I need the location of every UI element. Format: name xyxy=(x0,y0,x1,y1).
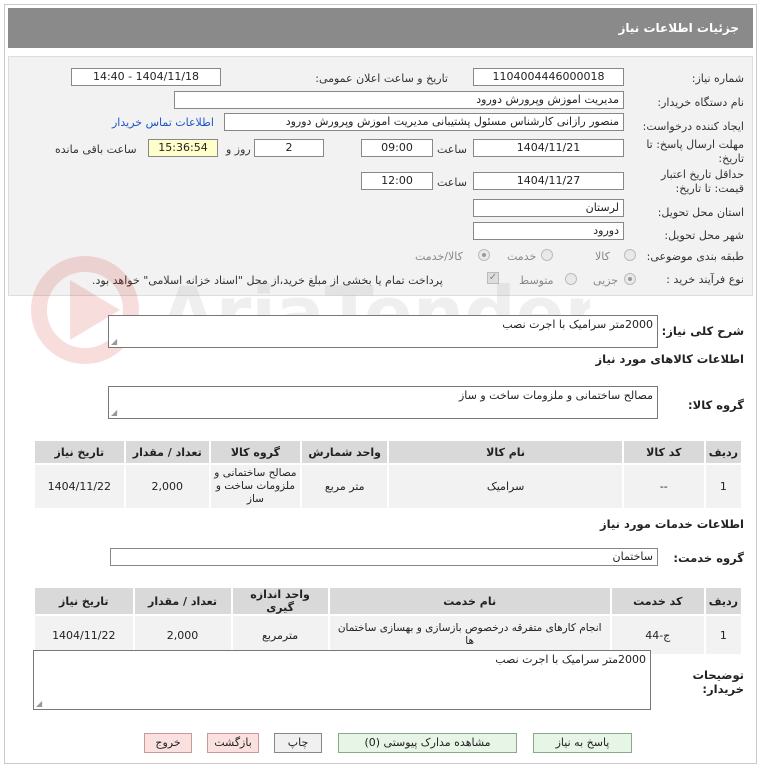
buyer-notes-label-2: خریدار: xyxy=(702,682,744,696)
services-col-name: نام خدمت xyxy=(327,586,612,616)
description-label: شرح کلی نیاز: xyxy=(661,324,744,338)
goods-group-label: گروه کالا: xyxy=(688,398,744,412)
process-medium-radio[interactable] xyxy=(565,273,577,285)
goods-table-header: ردیف کد کالا نام کالا واحد شمارش گروه کا… xyxy=(33,439,744,465)
goods-col-group: گروه کالا xyxy=(208,439,303,465)
goods-cell-group: مصالح ساختمانی و ملزومات ساخت و ساز xyxy=(208,463,303,510)
deadline-time-field: 09:00 xyxy=(361,139,433,157)
services-group-label: گروه خدمت: xyxy=(673,551,744,565)
goods-cell-unit: متر مربع xyxy=(300,463,390,510)
category-label: طبقه بندی موضوعی: xyxy=(646,250,744,263)
services-col-row: ردیف xyxy=(703,586,744,616)
province-label: استان محل تحویل: xyxy=(657,206,744,219)
remaining-time-label: ساعت باقی مانده xyxy=(55,143,137,156)
category-goods-label: کالا xyxy=(595,250,610,263)
validity-time-label: ساعت xyxy=(437,176,467,189)
goods-cell-qty: 2,000 xyxy=(123,463,211,510)
category-goods-radio[interactable] xyxy=(624,249,636,261)
print-button[interactable]: چاپ xyxy=(274,733,322,753)
reply-button[interactable]: پاسخ به نیاز xyxy=(533,733,632,753)
announce-datetime-label: تاریخ و ساعت اعلان عمومی: xyxy=(315,72,448,85)
services-section-title: اطلاعات خدمات مورد نیاز xyxy=(600,517,744,531)
days-label: روز و xyxy=(226,143,251,156)
deadline-date-field: 1404/11/21 xyxy=(473,139,624,157)
process-minor-label: جزیی xyxy=(593,274,619,287)
services-cell-code: ج-44 xyxy=(609,614,706,656)
services-cell-date: 1404/11/22 xyxy=(33,614,135,656)
goods-col-qty: تعداد / مقدار xyxy=(123,439,211,465)
validity-label-2: قیمت: تا تاریخ: xyxy=(675,182,744,195)
services-cell-row: 1 xyxy=(703,614,744,656)
category-service-radio[interactable] xyxy=(541,249,553,261)
goods-col-row: ردیف xyxy=(703,439,744,465)
process-label: نوع فرآیند خرید : xyxy=(666,273,744,286)
table-row: 1 -- سرامیک متر مربع مصالح ساختمانی و مل… xyxy=(33,463,744,510)
exit-button[interactable]: خروج xyxy=(144,733,192,753)
goods-cell-code: -- xyxy=(621,463,706,510)
category-service-label: خدمت xyxy=(507,250,537,263)
services-cell-unit: مترمربع xyxy=(230,614,330,656)
services-table: ردیف کد خدمت نام خدمت واحد اندازه گیری ت… xyxy=(33,586,744,656)
buyer-notes-textarea[interactable]: 2000متر سرامیک با اجرت نصب ◢ xyxy=(33,650,651,710)
services-cell-qty: 2,000 xyxy=(132,614,233,656)
description-textarea[interactable]: 2000متر سرامیک با اجرت نصب ◢ xyxy=(108,315,658,348)
buyer-org-field: مدیریت اموزش وپرورش دورود xyxy=(174,91,624,109)
buyer-notes-label-1: توضیحات xyxy=(692,668,745,682)
services-group-field: ساختمان xyxy=(110,548,658,566)
validity-date-field: 1404/11/27 xyxy=(473,172,624,190)
goods-col-code: کد کالا xyxy=(621,439,706,465)
services-col-code: کد خدمت xyxy=(609,586,706,616)
deadline-time-label: ساعت xyxy=(437,143,467,156)
announce-datetime-field: 1404/11/18 - 14:40 xyxy=(71,68,221,86)
services-cell-name: انجام کارهای متفرقه درخصوص بازسازی و بهس… xyxy=(327,614,612,656)
remaining-time-field: 15:36:54 xyxy=(148,139,218,157)
buyer-notes-text: 2000متر سرامیک با اجرت نصب xyxy=(495,653,646,666)
goods-cell-row: 1 xyxy=(703,463,744,510)
services-col-unit: واحد اندازه گیری xyxy=(230,586,330,616)
goods-group-textarea[interactable]: مصالح ساختمانی و ملزومات ساخت و ساز ◢ xyxy=(108,386,658,419)
process-minor-radio[interactable] xyxy=(624,273,636,285)
goods-cell-date: 1404/11/22 xyxy=(33,463,126,510)
buyer-contact-link[interactable]: اطلاعات تماس خریدار xyxy=(112,116,214,129)
days-remaining-field: 2 xyxy=(254,139,324,157)
goods-group-text: مصالح ساختمانی و ملزومات ساخت و ساز xyxy=(458,389,653,402)
description-text: 2000متر سرامیک با اجرت نصب xyxy=(502,318,653,331)
city-field: دورود xyxy=(473,222,624,240)
services-col-qty: تعداد / مقدار xyxy=(132,586,233,616)
services-table-header: ردیف کد خدمت نام خدمت واحد اندازه گیری ت… xyxy=(33,586,744,616)
city-label: شهر محل تحویل: xyxy=(664,229,744,242)
goods-cell-name: سرامیک xyxy=(387,463,624,510)
category-goods-service-label: کالا/خدمت xyxy=(415,250,463,263)
goods-section-title: اطلاعات کالاهای مورد نیاز xyxy=(595,352,744,366)
treasury-payment-note: پرداخت تمام یا بخشی از مبلغ خرید،از محل … xyxy=(92,274,443,287)
page-title: جزئیات اطلاعات نیاز xyxy=(618,21,739,35)
validity-time-field: 12:00 xyxy=(361,172,433,190)
table-row: 1 ج-44 انجام کارهای متفرقه درخصوص بازساز… xyxy=(33,614,744,656)
process-medium-label: متوسط xyxy=(519,274,554,287)
category-goods-service-radio[interactable] xyxy=(478,249,490,261)
goods-col-date: تاریخ نیاز xyxy=(33,439,126,465)
treasury-payment-checkbox[interactable]: ✓ xyxy=(487,272,499,284)
view-attachments-button[interactable]: مشاهده مدارک پیوستی (0) xyxy=(338,733,517,753)
creator-field: منصور رازانی کارشناس مسئول پشتیبانی مدیر… xyxy=(224,113,624,131)
services-col-date: تاریخ نیاز xyxy=(33,586,135,616)
need-number-label: شماره نیاز: xyxy=(691,72,744,85)
province-field: لرستان xyxy=(473,199,624,217)
back-button[interactable]: بازگشت xyxy=(207,733,259,753)
page-title-bar: جزئیات اطلاعات نیاز xyxy=(8,8,753,48)
goods-col-unit: واحد شمارش xyxy=(300,439,390,465)
validity-label-1: حداقل تاریخ اعتبار xyxy=(660,168,744,181)
deadline-label-2: تاریخ: xyxy=(718,152,744,165)
creator-label: ایجاد کننده درخواست: xyxy=(642,120,744,133)
buyer-org-label: نام دستگاه خریدار: xyxy=(657,96,744,109)
goods-table: ردیف کد کالا نام کالا واحد شمارش گروه کا… xyxy=(33,439,744,510)
goods-col-name: نام کالا xyxy=(387,439,624,465)
deadline-label-1: مهلت ارسال پاسخ: تا xyxy=(646,138,744,151)
need-number-field: 1104004446000018 xyxy=(473,68,624,86)
